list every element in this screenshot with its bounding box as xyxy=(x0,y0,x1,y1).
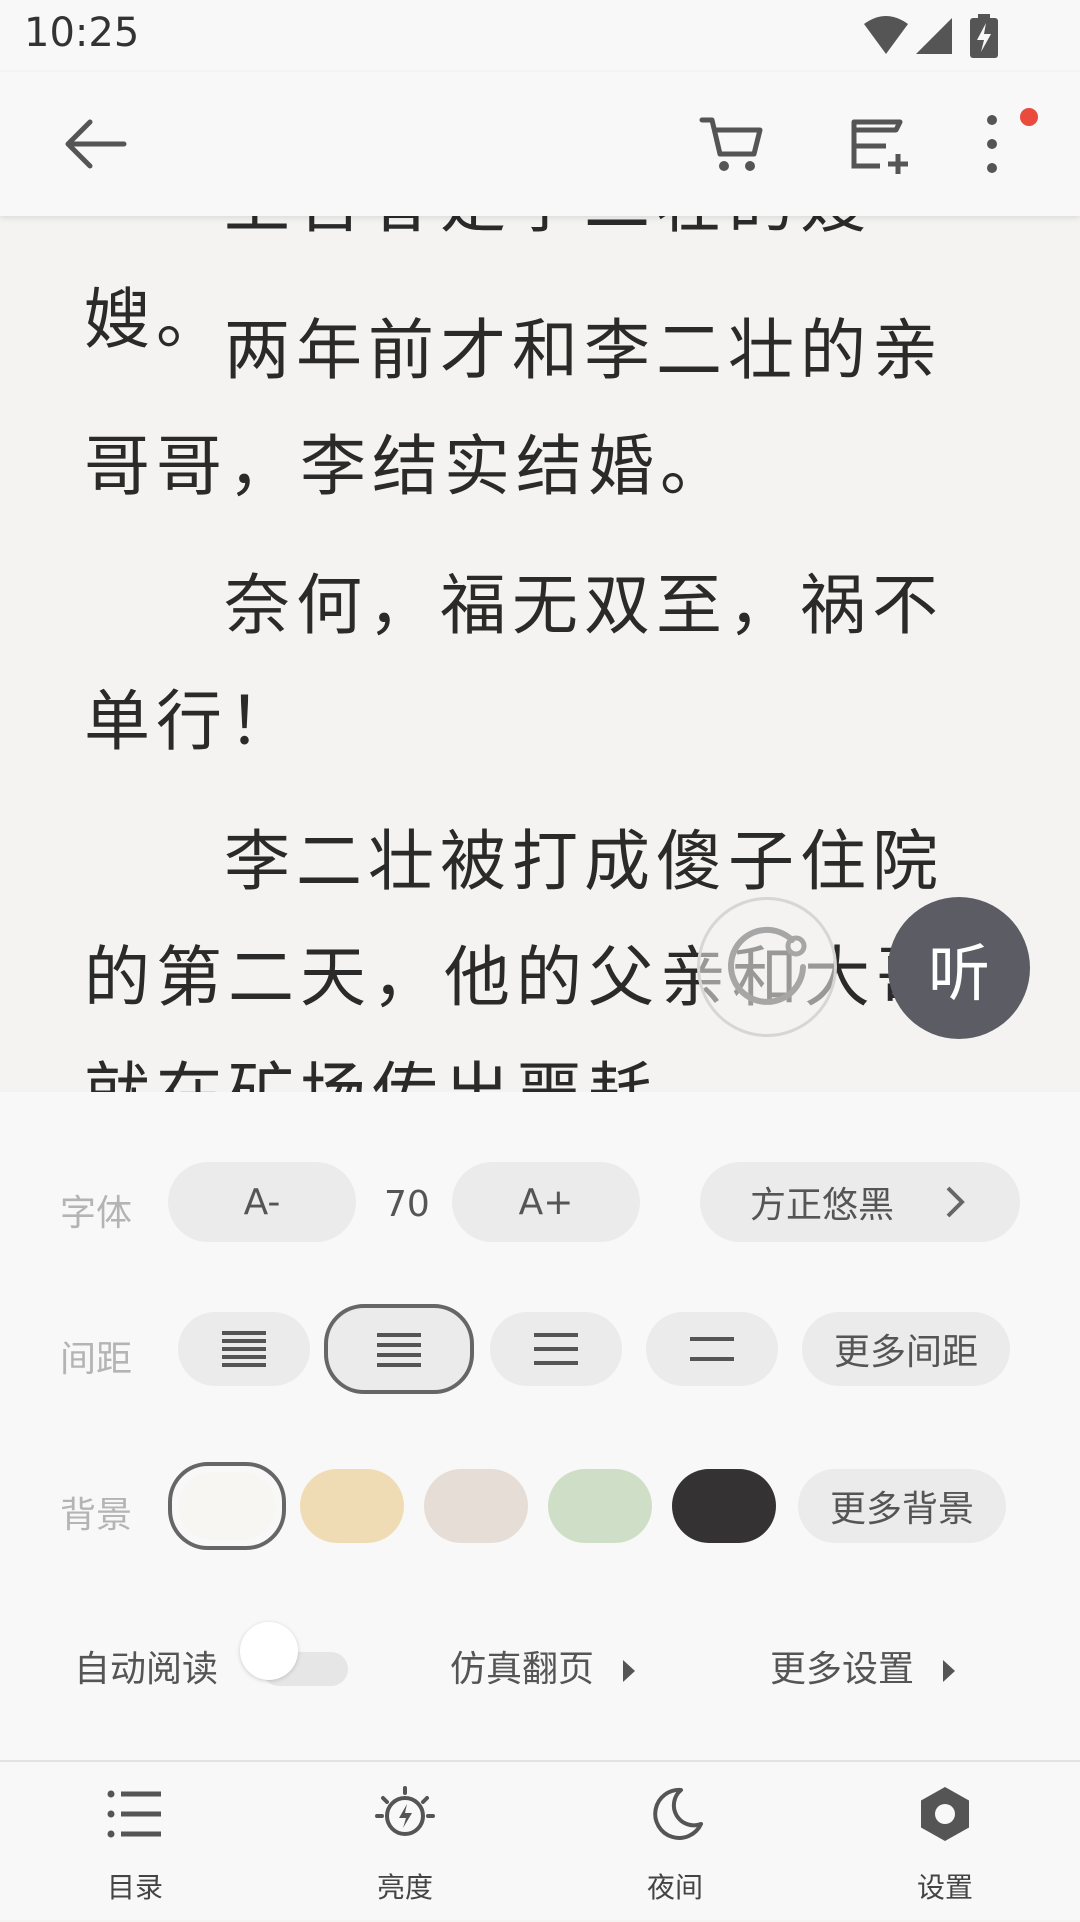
moon-icon xyxy=(653,1787,703,1840)
bottom-tab-bar: 目录 亮度 夜间 设置 xyxy=(0,1760,1080,1920)
swatch-fill xyxy=(178,1472,276,1540)
loose-spacing-icon xyxy=(534,1333,578,1365)
more-settings-label: 更多设置 xyxy=(770,1649,915,1690)
background-swatch-pink-gray[interactable] xyxy=(424,1469,528,1543)
reading-area[interactable]: 上官春是李二壮的嫂嫂。 两年前才和李二壮的亲哥哥，李结实结婚。 奈何，福无双至，… xyxy=(0,216,1080,1092)
battery-charging-icon xyxy=(970,14,998,58)
spacing-option-tight[interactable] xyxy=(178,1312,310,1386)
list-icon xyxy=(107,1790,161,1838)
font-family-button[interactable]: 方正悠黑 xyxy=(700,1162,1020,1242)
font-size-value: 70 xyxy=(384,1184,430,1225)
more-settings-button[interactable]: 更多设置 xyxy=(770,1640,959,1692)
paragraph: 李二壮被打成傻子住院的第二天，他的父亲和大哥就在矿场传出噩耗 xyxy=(84,823,948,1092)
page-turn-mode-label: 仿真翻页 xyxy=(450,1649,595,1690)
signal-icon xyxy=(916,18,952,54)
chevron-right-icon xyxy=(946,1186,965,1218)
listen-button[interactable]: 听 xyxy=(888,897,1030,1039)
status-time: 10:25 xyxy=(24,10,140,56)
background-label: 背景 xyxy=(60,1495,133,1536)
back-arrow-icon xyxy=(65,119,127,169)
background-swatch-dark[interactable] xyxy=(672,1469,776,1543)
brightness-icon xyxy=(375,1786,435,1836)
normal-spacing-icon xyxy=(377,1333,421,1367)
refresh-button[interactable] xyxy=(697,897,837,1037)
tab-label: 亮度 xyxy=(376,1871,433,1904)
background-swatch-white[interactable] xyxy=(168,1462,286,1550)
wifi-icon xyxy=(864,16,908,54)
spacing-option-normal[interactable] xyxy=(324,1304,474,1394)
background-swatch-green[interactable] xyxy=(548,1469,652,1543)
notification-dot xyxy=(1020,108,1038,126)
decrease-font-button[interactable]: A- xyxy=(168,1162,356,1242)
font-family-name: 方正悠黑 xyxy=(750,1185,895,1226)
tab-label: 设置 xyxy=(916,1871,973,1904)
paragraph: 奈何，福无双至，祸不单行！ xyxy=(84,567,944,760)
add-to-shelf-button[interactable] xyxy=(840,108,912,180)
cart-button[interactable] xyxy=(696,108,768,180)
reader-toolbar xyxy=(0,72,1080,216)
extra-loose-spacing-icon xyxy=(690,1337,734,1361)
tab-night-mode[interactable]: 夜间 xyxy=(575,1762,775,1922)
auto-read-toggle-knob[interactable] xyxy=(240,1622,298,1680)
caret-right-icon xyxy=(943,1660,956,1682)
spacing-option-extra-loose[interactable] xyxy=(646,1312,778,1386)
caret-right-icon xyxy=(623,1660,636,1682)
tab-settings[interactable]: 设置 xyxy=(845,1762,1045,1922)
back-button[interactable] xyxy=(58,108,130,180)
tab-catalog[interactable]: 目录 xyxy=(35,1762,235,1922)
spacing-option-loose[interactable] xyxy=(490,1312,622,1386)
tight-spacing-icon xyxy=(222,1331,266,1367)
more-spacing-button[interactable]: 更多间距 xyxy=(802,1312,1010,1386)
paragraph: 两年前才和李二壮的亲哥哥，李结实结婚。 xyxy=(84,312,944,505)
tab-brightness[interactable]: 亮度 xyxy=(305,1762,505,1922)
tab-label: 夜间 xyxy=(646,1871,703,1904)
more-background-button[interactable]: 更多背景 xyxy=(798,1469,1006,1543)
cart-icon xyxy=(699,117,763,171)
settings-icon xyxy=(921,1787,969,1841)
settings-panel: 字体 A- 70 A+ 方正悠黑 间距 更多间距 背景 更多背景 自动阅读 仿真… xyxy=(0,1092,1080,1760)
auto-read-label: 自动阅读 xyxy=(74,1649,219,1690)
page-turn-mode-button[interactable]: 仿真翻页 xyxy=(450,1640,639,1692)
increase-font-button[interactable]: A+ xyxy=(452,1162,640,1242)
spacing-label: 间距 xyxy=(60,1339,133,1380)
status-bar: 10:25 xyxy=(0,0,1080,72)
background-swatch-tan[interactable] xyxy=(300,1469,404,1543)
add-to-shelf-icon xyxy=(851,119,908,174)
status-icons xyxy=(862,14,1002,58)
font-label: 字体 xyxy=(60,1193,133,1234)
refresh-icon xyxy=(728,926,807,1005)
tab-label: 目录 xyxy=(106,1871,163,1904)
